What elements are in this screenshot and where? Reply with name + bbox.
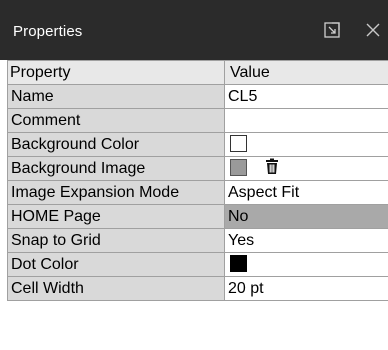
popout-icon[interactable]: [322, 20, 342, 40]
property-label: Image Expansion Mode: [8, 181, 225, 204]
background-image-value[interactable]: [225, 157, 388, 180]
property-label: Cell Width: [8, 277, 225, 300]
property-row-home-page[interactable]: HOME Page No: [8, 205, 388, 229]
property-row-background-color[interactable]: Background Color: [8, 133, 388, 157]
property-row-cell-width[interactable]: Cell Width 20 pt: [8, 277, 388, 301]
property-label: Background Color: [8, 133, 225, 156]
cell-width-field[interactable]: 20 pt: [225, 277, 388, 300]
comment-value-field[interactable]: [225, 109, 388, 132]
trash-icon[interactable]: [264, 158, 280, 175]
home-page-select[interactable]: No: [225, 205, 388, 228]
property-row-snap-to-grid[interactable]: Snap to Grid Yes: [8, 229, 388, 253]
snap-to-grid-select[interactable]: Yes: [225, 229, 388, 252]
property-row-name[interactable]: Name CL5: [8, 85, 388, 109]
property-label: Dot Color: [8, 253, 225, 276]
image-expansion-mode-select[interactable]: Aspect Fit: [225, 181, 388, 204]
grid-header: Property Value: [8, 61, 388, 85]
property-label: Comment: [8, 109, 225, 132]
background-image-swatch[interactable]: [230, 158, 247, 176]
property-row-image-expansion-mode[interactable]: Image Expansion Mode Aspect Fit: [8, 181, 388, 205]
property-label: HOME Page: [8, 205, 225, 228]
name-value-field[interactable]: CL5: [225, 85, 388, 108]
property-label: Name: [8, 85, 225, 108]
dot-color-value[interactable]: [225, 253, 388, 276]
property-label: Background Image: [8, 157, 225, 180]
close-icon[interactable]: [363, 20, 383, 40]
property-row-comment[interactable]: Comment: [8, 109, 388, 133]
properties-panel: Properties Property Value Name CL5 Comme…: [0, 0, 388, 350]
column-header-value[interactable]: Value: [225, 61, 388, 84]
panel-title: Properties: [13, 23, 83, 40]
panel-titlebar: Properties: [0, 0, 388, 60]
dot-color-swatch[interactable]: [230, 254, 247, 272]
property-row-background-image[interactable]: Background Image: [8, 157, 388, 181]
property-label: Snap to Grid: [8, 229, 225, 252]
background-color-value[interactable]: [225, 133, 388, 156]
background-color-swatch[interactable]: [230, 134, 247, 152]
property-grid: Property Value Name CL5 Comment Backgrou…: [7, 60, 388, 301]
property-row-dot-color[interactable]: Dot Color: [8, 253, 388, 277]
column-header-property[interactable]: Property: [8, 61, 225, 84]
